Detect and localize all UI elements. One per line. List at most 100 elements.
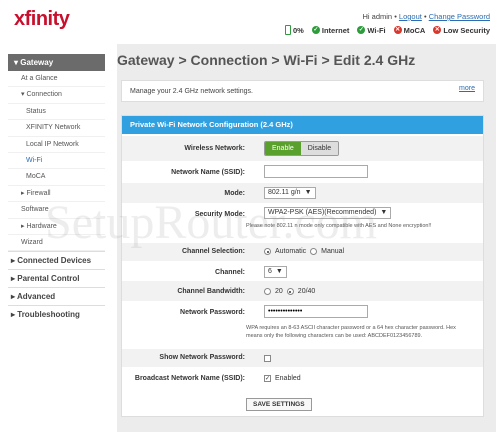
- chevron-down-icon: ▼: [275, 268, 283, 275]
- channel-label: Channel:: [215, 269, 245, 276]
- bandwidth-label: Channel Bandwidth:: [177, 288, 245, 295]
- ssid-wrap: [264, 165, 368, 178]
- row-password: Network Password: WPA requires an 8-63 A…: [122, 301, 483, 346]
- enable-button[interactable]: Enable: [265, 142, 301, 155]
- row-bandwidth: Channel Bandwidth: 20 20/40: [122, 281, 483, 301]
- internet-status: ✓ Internet: [311, 25, 350, 35]
- disable-button[interactable]: Disable: [300, 142, 339, 155]
- chevron-down-icon: ▼: [304, 189, 312, 196]
- nav-advanced[interactable]: ▸ Advanced: [8, 287, 105, 305]
- manual-label: Manual: [321, 248, 345, 255]
- change-password-link[interactable]: Change Password: [429, 12, 490, 21]
- battery-label: 0%: [293, 25, 304, 35]
- automatic-radio[interactable]: [264, 248, 271, 255]
- mode-wrap: 802.11 g/n ▼: [264, 187, 316, 199]
- separator: •: [423, 12, 427, 21]
- nav-wifi[interactable]: Wi-Fi: [8, 153, 105, 170]
- nav-firewall[interactable]: ▸ Firewall: [8, 186, 105, 203]
- security-note: Please note 802.11 n mode only compatibl…: [246, 223, 432, 229]
- nav-connected-devices-label: Connected Devices: [17, 256, 92, 266]
- internet-label: Internet: [321, 25, 350, 35]
- battery-status: 0%: [285, 25, 304, 35]
- password-input[interactable]: [264, 305, 368, 318]
- security-wrap: WPA2-PSK (AES)(Recommended) ▼: [264, 207, 392, 219]
- row-wireless: Wireless Network: Enable Disable: [122, 136, 483, 161]
- ssid-input[interactable]: [264, 165, 368, 178]
- header: xfinity Hi admin • Logout • Change Passw…: [0, 0, 500, 44]
- bw20-radio[interactable]: [264, 288, 271, 295]
- manual-radio[interactable]: [310, 248, 318, 255]
- automatic-label: Automatic: [275, 248, 307, 255]
- check-icon: ✓: [357, 26, 366, 34]
- panel-heading: Private Wi-Fi Network Configuration (2.4…: [122, 116, 483, 134]
- broadcast-wrap: ✓ Enabled: [264, 375, 301, 382]
- show-password-label: Show Network Password:: [159, 354, 245, 361]
- security-select[interactable]: WPA2-PSK (AES)(Recommended) ▼: [264, 207, 392, 219]
- broadcast-enabled-label: Enabled: [275, 375, 301, 382]
- nav-connection[interactable]: ▾ Connection: [8, 87, 105, 104]
- channel-selection-wrap: Automatic Manual: [264, 248, 344, 255]
- nav-status[interactable]: Status: [8, 104, 105, 121]
- broadcast-checkbox[interactable]: ✓: [264, 375, 271, 382]
- row-broadcast: Broadcast Network Name (SSID): ✓ Enabled: [122, 370, 483, 388]
- wifi-status: ✓ Wi-Fi: [357, 25, 386, 35]
- nav-gateway[interactable]: ▾ Gateway: [8, 54, 105, 71]
- nav-firewall-label: Firewall: [26, 189, 51, 197]
- security-label: Low Security: [443, 25, 490, 35]
- battery-icon: [285, 25, 292, 35]
- wifi-config-panel: Private Wi-Fi Network Configuration (2.4…: [121, 115, 484, 417]
- nav-local-ip-network[interactable]: Local IP Network: [8, 137, 105, 153]
- x-icon: ✕: [433, 26, 442, 34]
- nav-moca[interactable]: MoCA: [8, 169, 105, 186]
- mode-label: Mode:: [224, 190, 245, 197]
- nav-parental-control[interactable]: ▸ Parental Control: [8, 269, 105, 287]
- more-link[interactable]: more: [459, 85, 475, 92]
- show-password-checkbox[interactable]: [264, 355, 271, 362]
- wireless-label: Wireless Network:: [184, 145, 245, 152]
- separator: •: [394, 12, 397, 21]
- nav-parental-control-label: Parental Control: [17, 274, 80, 284]
- bw2040-label: 20/40: [297, 288, 316, 295]
- bandwidth-wrap: 20 20/40: [264, 288, 315, 295]
- channel-select[interactable]: 6 ▼: [264, 266, 287, 278]
- nav-software[interactable]: Software: [8, 202, 105, 219]
- password-label: Network Password:: [180, 309, 245, 316]
- password-note: WPA requires an 8-63 ASCII character pas…: [246, 325, 456, 339]
- mode-value: 802.11 g/n: [268, 189, 301, 196]
- greeting: Hi admin: [362, 12, 393, 21]
- nav-xfinity-network[interactable]: XFINITY Network: [8, 120, 105, 137]
- chevron-down-icon: ▼: [380, 209, 388, 216]
- xfinity-logo[interactable]: xfinity: [14, 8, 70, 31]
- nav-troubleshooting[interactable]: ▸ Troubleshooting: [8, 305, 105, 323]
- nav-troubleshooting-label: Troubleshooting: [17, 310, 80, 320]
- row-security: Security Mode: WPA2-PSK (AES)(Recommende…: [122, 203, 483, 233]
- mode-select[interactable]: 802.11 g/n ▼: [264, 187, 316, 199]
- nav-hardware[interactable]: ▸ Hardware: [8, 219, 105, 235]
- password-wrap: [264, 305, 368, 318]
- page-title: Gateway > Connection > Wi-Fi > Edit 2.4 …: [117, 52, 416, 68]
- nav-wizard[interactable]: Wizard: [8, 235, 105, 252]
- description-box: Manage your 2.4 GHz network settings. mo…: [121, 80, 484, 102]
- channel-selection-label: Channel Selection:: [181, 248, 245, 255]
- moca-label: MoCA: [403, 25, 426, 35]
- wireless-toggle: Enable Disable: [264, 141, 340, 156]
- channel-wrap: 6 ▼: [264, 266, 287, 278]
- row-mode: Mode: 802.11 g/n ▼: [122, 183, 483, 203]
- wireless-toggle-wrap: Enable Disable: [264, 141, 340, 156]
- broadcast-label: Broadcast Network Name (SSID):: [134, 375, 245, 382]
- show-password-wrap: [264, 355, 271, 362]
- nav-hardware-label: Hardware: [26, 222, 57, 230]
- wifi-label: Wi-Fi: [367, 25, 386, 35]
- nav-at-a-glance[interactable]: At a Glance: [8, 71, 105, 88]
- nav-connected-devices[interactable]: ▸ Connected Devices: [8, 251, 105, 269]
- security-value: WPA2-PSK (AES)(Recommended): [268, 209, 377, 216]
- top-links: Hi admin • Logout • Change Password: [363, 12, 491, 21]
- row-ssid: Network Name (SSID):: [122, 161, 483, 183]
- status-bar: 0% ✓ Internet ✓ Wi-Fi ✕ MoCA ✕ Low Secur…: [285, 25, 490, 35]
- bw2040-radio[interactable]: [286, 288, 294, 295]
- description-text: Manage your 2.4 GHz network settings.: [130, 88, 253, 95]
- logout-link[interactable]: Logout: [399, 12, 422, 21]
- save-settings-button[interactable]: SAVE SETTINGS: [246, 398, 312, 411]
- nav-connection-label: Connection: [26, 91, 62, 99]
- check-icon: ✓: [311, 26, 320, 34]
